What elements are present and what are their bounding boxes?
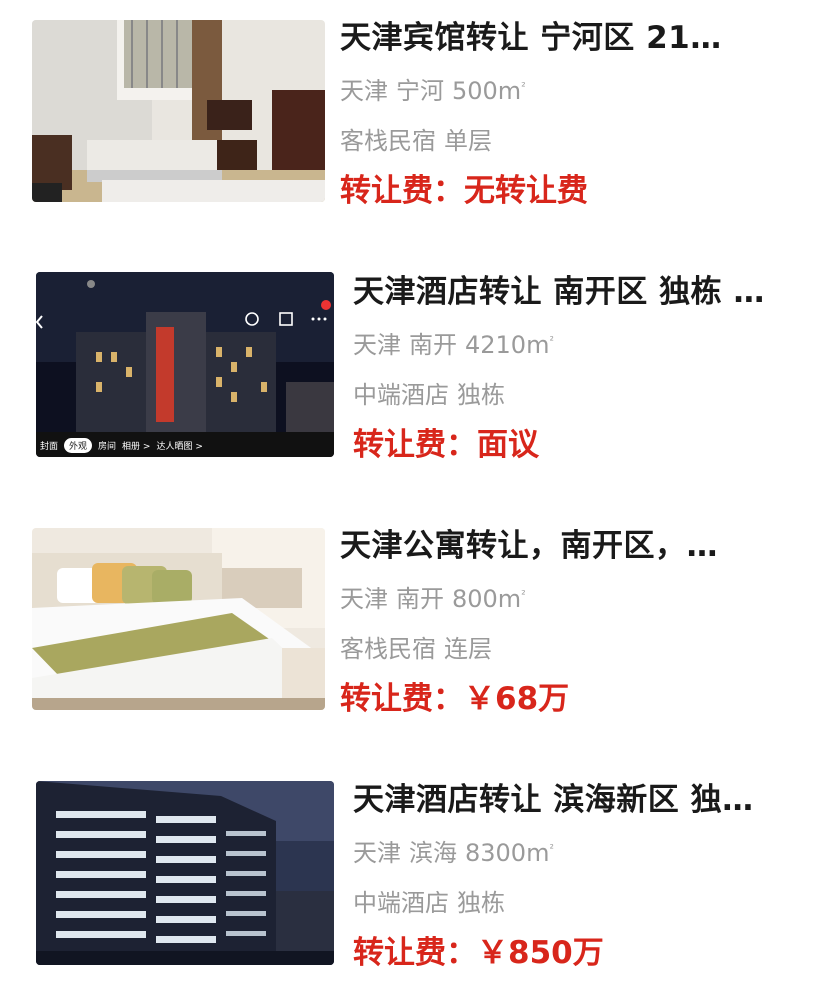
listing-district: 宁河 (396, 77, 444, 105)
image-tab-bar: 封面 外观 房间 相册 > 达人晒图 > (36, 435, 334, 455)
listing-district: 滨海 (409, 839, 457, 867)
listing-floor-tag: 独栋 (457, 889, 505, 917)
fee-value: 面议 (477, 427, 539, 463)
listing-district: 南开 (409, 331, 457, 359)
image-tab-rooms[interactable]: 房间 (98, 439, 116, 452)
listing-title[interactable]: 天津宾馆转让 宁河区 21… (340, 18, 740, 58)
listing-type-tag: 中端酒店 (353, 381, 449, 409)
listing-title[interactable]: 天津酒店转让 南开区 独栋 … (353, 272, 798, 312)
listing-transfer-fee: 转让费：￥68万 (340, 679, 810, 719)
listing-area: 800m² (452, 585, 526, 613)
listing-transfer-fee: 转让费：无转让费 (340, 171, 810, 211)
listing-tags: 客栈民宿 单层 (340, 125, 810, 157)
hotel-room-photo (32, 20, 325, 202)
listing-image-apartment[interactable] (32, 528, 325, 710)
listing-floor-tag: 独栋 (457, 381, 505, 409)
listing-location: 天津 宁河 500m² (340, 71, 810, 107)
listing-floor-tag: 连层 (444, 635, 492, 663)
fee-value: ￥68万 (464, 681, 570, 717)
listing-tags: 中端酒店 独栋 (353, 887, 810, 919)
listing-location: 天津 南开 4210m² (353, 325, 810, 361)
listing-location: 天津 滨海 8300m² (353, 833, 810, 869)
listing-image-hotel-building[interactable]: 封面 外观 房间 相册 > 达人晒图 > (36, 272, 334, 457)
listing-city: 天津 (353, 331, 401, 359)
listing-type-tag: 中端酒店 (353, 889, 449, 917)
fee-label: 转让费： (340, 173, 464, 209)
image-tab-album[interactable]: 相册 > (122, 439, 150, 452)
listing-city: 天津 (340, 77, 388, 105)
listing-transfer-fee: 转让费：￥850万 (353, 933, 810, 973)
image-tab-exterior[interactable]: 外观 (64, 437, 93, 453)
listing-area: 500m² (452, 77, 526, 105)
listing-image-hotel-room[interactable] (32, 20, 325, 202)
hotel-building-photo (36, 272, 334, 457)
fee-label: 转让费： (340, 681, 464, 717)
fee-label: 转让费： (353, 427, 477, 463)
office-tower-photo (36, 781, 334, 965)
fee-value: ￥850万 (477, 935, 604, 971)
listing-title[interactable]: 天津酒店转让 滨海新区 独… (353, 780, 793, 820)
fee-value: 无转让费 (464, 173, 588, 209)
listing-tags: 中端酒店 独栋 (353, 379, 810, 411)
listing-area: 8300m² (465, 839, 554, 867)
listing-city: 天津 (340, 585, 388, 613)
listing-transfer-fee: 转让费：面议 (353, 425, 810, 465)
listing-area: 4210m² (465, 331, 554, 359)
image-tab-user-photos[interactable]: 达人晒图 > (156, 439, 202, 452)
listing-image-office-tower[interactable] (36, 781, 334, 965)
image-tab-cover[interactable]: 封面 (40, 439, 58, 452)
fee-label: 转让费： (353, 935, 477, 971)
apartment-bedroom-photo (32, 528, 325, 710)
listing-city: 天津 (353, 839, 401, 867)
listing-floor-tag: 单层 (444, 127, 492, 155)
listing-list: 天津宾馆转让 宁河区 21… 天津 宁河 500m² 客栈民宿 单层 转让费：无转让费 (0, 0, 828, 990)
listing-type-tag: 客栈民宿 (340, 127, 436, 155)
listing-title[interactable]: 天津公寓转让，南开区，… (340, 526, 750, 566)
listing-tags: 客栈民宿 连层 (340, 633, 810, 665)
listing-type-tag: 客栈民宿 (340, 635, 436, 663)
listing-district: 南开 (396, 585, 444, 613)
listing-location: 天津 南开 800m² (340, 579, 810, 615)
